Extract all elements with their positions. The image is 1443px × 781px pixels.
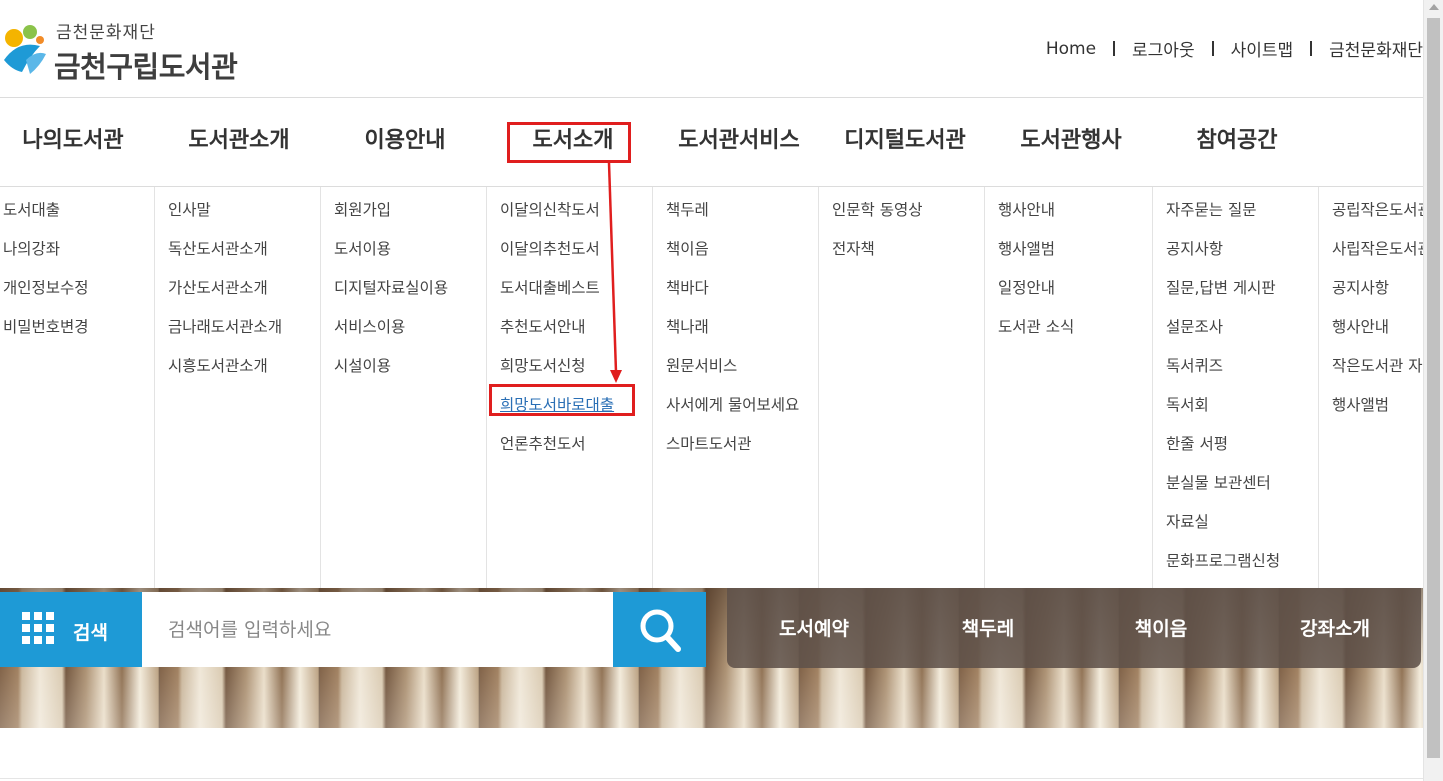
submenu-item[interactable]: 희망도서신청 xyxy=(500,357,586,375)
search-icon xyxy=(640,609,681,652)
mega-menu: 도서대출 나의강좌 개인정보수정 비밀번호변경 인사말 독산도서관소개 가산도서… xyxy=(0,187,1423,588)
submenu-item[interactable]: 이달의추천도서 xyxy=(500,240,600,258)
util-divider xyxy=(1113,41,1116,56)
quick-links: 도서예약 책두레 책이음 강좌소개 xyxy=(727,588,1421,668)
submenu-item[interactable]: 공지사항 xyxy=(1332,279,1389,297)
quick-link-chaekieum[interactable]: 책이음 xyxy=(1135,614,1187,641)
page-bottom-divider xyxy=(0,778,1443,779)
search-button[interactable] xyxy=(613,592,706,667)
submenu-item[interactable]: 개인정보수정 xyxy=(3,279,89,297)
submenu-item[interactable]: 책나래 xyxy=(666,318,709,336)
submenu-item[interactable]: 설문조사 xyxy=(1166,318,1223,336)
gnb-usage-guide[interactable]: 이용안내 xyxy=(326,98,484,186)
submenu-library-events: 행사안내 행사앨범 일정안내 도서관 소식 xyxy=(985,187,1153,588)
page: 금천문화재단 금천구립도서관 Home 로그아웃 사이트맵 금천문화재단 나의도… xyxy=(0,0,1423,781)
submenu-item[interactable]: 책바다 xyxy=(666,279,709,297)
submenu-item[interactable]: 공립작은도서관 xyxy=(1332,201,1423,219)
quick-link-course[interactable]: 강좌소개 xyxy=(1300,614,1370,641)
submenu-item[interactable]: 문화프로그램신청 xyxy=(1166,552,1280,570)
submenu-item[interactable]: 분실물 보관센터 xyxy=(1166,474,1271,492)
submenu-item[interactable]: 비밀번호변경 xyxy=(3,318,89,336)
submenu-item[interactable]: 언론추천도서 xyxy=(500,435,586,453)
main-nav: 나의도서관 도서관소개 이용안내 도서소개 도서관서비스 디지털도서관 도서관행… xyxy=(0,98,1423,186)
submenu-item[interactable]: 행사안내 xyxy=(1332,318,1389,336)
submenu-item[interactable]: 책두레 xyxy=(666,201,709,219)
submenu-library-services: 책두레 책이음 책바다 책나래 원문서비스 사서에게 물어보세요 스마트도서관 xyxy=(653,187,819,588)
submenu-item[interactable]: 행사앨범 xyxy=(998,240,1055,258)
logo-title: 금천구립도서관 xyxy=(54,50,238,84)
logo[interactable]: 금천문화재단 금천구립도서관 xyxy=(0,12,260,86)
submenu-usage-guide: 회원가입 도서이용 디지털자료실이용 서비스이용 시설이용 xyxy=(321,187,487,588)
search-input[interactable] xyxy=(142,592,613,667)
submenu-item[interactable]: 시설이용 xyxy=(334,357,391,375)
submenu-item[interactable]: 도서대출 xyxy=(3,201,60,219)
submenu-item[interactable]: 나의강좌 xyxy=(3,240,60,258)
submenu-item[interactable]: 질문,답변 게시판 xyxy=(1166,279,1276,297)
search-category-button[interactable]: 검색 xyxy=(0,592,142,667)
submenu-library-intro: 인사말 독산도서관소개 가산도서관소개 금나래도서관소개 시흥도서관소개 xyxy=(155,187,321,588)
submenu-item[interactable]: 스마트도서관 xyxy=(666,435,752,453)
submenu-item[interactable]: 행사안내 xyxy=(998,201,1055,219)
home-link[interactable]: Home xyxy=(1046,39,1096,59)
submenu-item[interactable]: 추천도서안내 xyxy=(500,318,586,336)
submenu-item[interactable]: 디지털자료실이용 xyxy=(334,279,448,297)
submenu-item[interactable]: 이달의신착도서 xyxy=(500,201,600,219)
gnb-participation[interactable]: 참여공간 xyxy=(1158,98,1316,186)
scroll-thumb[interactable] xyxy=(1427,18,1440,758)
utility-nav: Home 로그아웃 사이트맵 금천문화재단 xyxy=(1046,36,1423,62)
annotation-box-hope-book-direct-loan xyxy=(489,384,635,416)
submenu-participation: 자주묻는 질문 공지사항 질문,답변 게시판 설문조사 독서퀴즈 독서회 한줄 … xyxy=(1153,187,1319,588)
submenu-item[interactable]: 전자책 xyxy=(832,240,875,258)
submenu-item[interactable]: 인문학 동영상 xyxy=(832,201,923,219)
submenu-item[interactable]: 인사말 xyxy=(168,201,211,219)
annotation-box-book-intro xyxy=(507,122,631,163)
submenu-item[interactable]: 자료실 xyxy=(1166,513,1209,531)
submenu-item[interactable]: 사립작은도서관 xyxy=(1332,240,1423,258)
util-divider xyxy=(1310,41,1313,56)
submenu-item[interactable]: 금나래도서관소개 xyxy=(168,318,282,336)
submenu-item[interactable]: 책이음 xyxy=(666,240,709,258)
submenu-digital-library: 인문학 동영상 전자책 xyxy=(819,187,985,588)
gnb-digital-library[interactable]: 디지털도서관 xyxy=(826,98,984,186)
logout-link[interactable]: 로그아웃 xyxy=(1132,36,1195,61)
submenu-item[interactable]: 가산도서관소개 xyxy=(168,279,268,297)
submenu-item[interactable]: 일정안내 xyxy=(998,279,1055,297)
submenu-item[interactable]: 자주묻는 질문 xyxy=(1166,201,1257,219)
foundation-link[interactable]: 금천문화재단 xyxy=(1329,36,1423,61)
scroll-up-icon[interactable] xyxy=(1429,4,1439,10)
logo-mark-icon xyxy=(4,25,46,74)
submenu-my-library: 도서대출 나의강좌 개인정보수정 비밀번호변경 xyxy=(0,187,155,588)
logo-subtitle: 금천문화재단 xyxy=(56,23,156,43)
search-label: 검색 xyxy=(73,622,108,644)
submenu-item[interactable]: 원문서비스 xyxy=(666,357,737,375)
submenu-item[interactable]: 도서관 소식 xyxy=(998,318,1074,336)
submenu-item[interactable]: 회원가입 xyxy=(334,201,391,219)
page-scrollbar[interactable] xyxy=(1423,0,1443,781)
submenu-item[interactable]: 시흥도서관소개 xyxy=(168,357,268,375)
submenu-item[interactable]: 사서에게 물어보세요 xyxy=(666,396,799,414)
submenu-item[interactable]: 독서회 xyxy=(1166,396,1209,414)
submenu-item[interactable]: 도서이용 xyxy=(334,240,391,258)
gnb-my-library[interactable]: 나의도서관 xyxy=(0,98,146,186)
util-divider xyxy=(1211,41,1214,56)
submenu-item[interactable]: 한줄 서평 xyxy=(1166,435,1228,453)
submenu-small-library: 공립작은도서관 사립작은도서관 공지사항 행사안내 작은도서관 자료 행사앨범 xyxy=(1319,187,1423,588)
grid-menu-icon xyxy=(22,612,54,644)
submenu-item[interactable]: 도서대출베스트 xyxy=(500,279,600,297)
submenu-item[interactable]: 독서퀴즈 xyxy=(1166,357,1223,375)
gnb-library-intro[interactable]: 도서관소개 xyxy=(160,98,318,186)
submenu-item[interactable]: 행사앨범 xyxy=(1332,396,1389,414)
quick-link-reservation[interactable]: 도서예약 xyxy=(779,614,849,641)
quick-link-chaekdure[interactable]: 책두레 xyxy=(962,614,1014,641)
submenu-item[interactable]: 작은도서관 자료 xyxy=(1332,357,1423,375)
submenu-item[interactable]: 서비스이용 xyxy=(334,318,405,336)
gnb-library-services[interactable]: 도서관서비스 xyxy=(660,98,818,186)
submenu-item[interactable]: 공지사항 xyxy=(1166,240,1223,258)
gnb-library-events[interactable]: 도서관행사 xyxy=(992,98,1150,186)
submenu-item[interactable]: 독산도서관소개 xyxy=(168,240,268,258)
sitemap-link[interactable]: 사이트맵 xyxy=(1231,36,1294,61)
